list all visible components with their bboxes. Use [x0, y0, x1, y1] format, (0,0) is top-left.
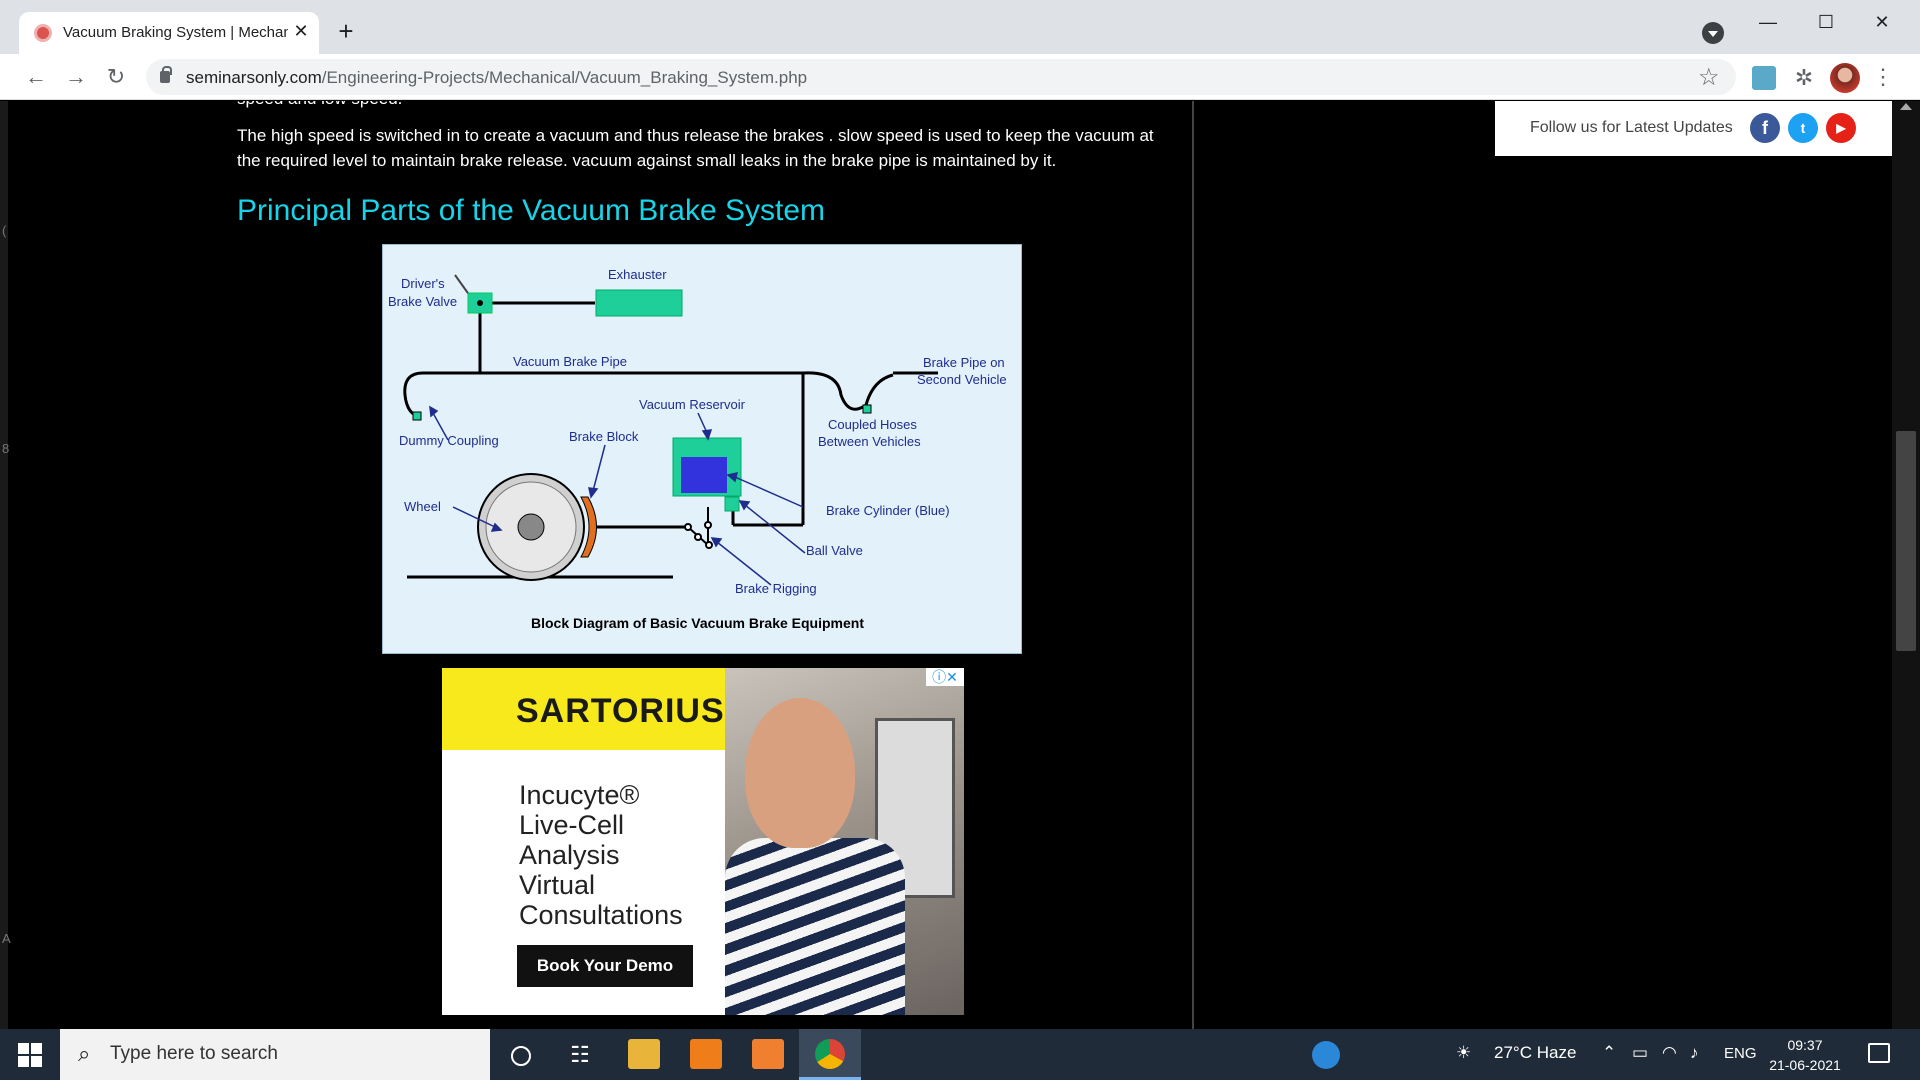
label-drivers-valve: Driver's: [401, 276, 445, 291]
facebook-icon[interactable]: f: [1750, 113, 1780, 143]
tab-search-icon[interactable]: [1702, 22, 1724, 44]
previous-line-text: speed and low speed.: [237, 101, 402, 109]
taskbar-clock[interactable]: 09:37 21-06-2021: [1760, 1035, 1850, 1075]
browser-titlebar: Vacuum Braking System | Mechanical ✕ + —…: [0, 0, 1920, 54]
minimize-button[interactable]: —: [1748, 8, 1788, 36]
weather-icon[interactable]: ☀: [1456, 1043, 1471, 1063]
xampp-icon[interactable]: [752, 1039, 784, 1069]
label-coupled-hoses: Coupled Hoses: [828, 417, 917, 432]
label-brake-rigging: Brake Rigging: [735, 581, 817, 596]
volume-icon[interactable]: ♪: [1690, 1043, 1699, 1063]
bookmark-star-icon[interactable]: ☆: [1698, 63, 1720, 92]
chrome-taskbar-button[interactable]: [799, 1029, 861, 1080]
web-page: ( 8 A speed and low speed. The high spee…: [0, 101, 1920, 1029]
label-wheel: Wheel: [404, 499, 441, 514]
scroll-up-icon[interactable]: [1900, 103, 1912, 110]
extensions-icon[interactable]: ✲: [1792, 66, 1816, 90]
label-coupled-hoses: Between Vehicles: [818, 434, 921, 449]
notification-icon[interactable]: [1868, 1043, 1890, 1063]
label-vacuum-brake-pipe: Vacuum Brake Pipe: [513, 354, 627, 369]
label-brake-pipe-second: Brake Pipe on: [923, 355, 1005, 370]
ad-photo: [725, 668, 964, 1015]
url-text[interactable]: seminarsonly.com/Engineering-Projects/Me…: [186, 68, 807, 88]
content-divider: [1192, 101, 1194, 1029]
edge-char: A: [2, 931, 11, 946]
tab-close-icon[interactable]: ✕: [291, 21, 311, 41]
ad-person-face: [745, 698, 855, 848]
ad-choices-icon[interactable]: ⓘ✕: [926, 668, 964, 686]
label-vacuum-reservoir: Vacuum Reservoir: [639, 397, 746, 412]
follow-us-box: Follow us for Latest Updates f t ▶: [1495, 101, 1892, 156]
diagram-svg: Driver's Brake Valve Exhauster Vacuum Br…: [388, 267, 1007, 631]
clock-date: 21-06-2021: [1769, 1057, 1841, 1073]
language-indicator[interactable]: ENG: [1724, 1045, 1757, 1062]
label-brake-pipe-second: Second Vehicle: [917, 372, 1007, 387]
left-edge-strip: ( 8 A: [0, 101, 11, 1029]
section-heading: Principal Parts of the Vacuum Brake Syst…: [237, 194, 826, 227]
file-explorer-icon[interactable]: [628, 1039, 660, 1069]
ad-brand: SARTORIUS: [516, 692, 725, 730]
menu-icon[interactable]: ⋮: [1872, 64, 1894, 90]
label-drivers-valve: Brake Valve: [388, 294, 457, 309]
search-icon: ⌕: [78, 1041, 91, 1066]
site-favicon-icon: [34, 24, 52, 42]
label-dummy-coupling: Dummy Coupling: [399, 433, 499, 448]
ad-person-shirt: [725, 838, 905, 1015]
ad-copy: Incucyte® Live-Cell Analysis Virtual Con…: [519, 780, 683, 930]
diagram-caption: Block Diagram of Basic Vacuum Brake Equi…: [531, 615, 864, 631]
scroll-thumb[interactable]: [1896, 431, 1916, 651]
address-bar[interactable]: seminarsonly.com/Engineering-Projects/Me…: [146, 59, 1736, 95]
profile-avatar[interactable]: [1830, 63, 1860, 93]
label-exhauster: Exhauster: [608, 267, 667, 282]
extension-icon[interactable]: [1752, 66, 1776, 90]
battery-icon[interactable]: ▭: [1632, 1043, 1648, 1063]
label-brake-block: Brake Block: [569, 429, 639, 444]
page-scrollbar[interactable]: [1892, 101, 1920, 1029]
chrome-icon: [815, 1039, 845, 1069]
edge-char: 8: [2, 441, 10, 456]
tab-title: Vacuum Braking System | Mechanical: [63, 24, 288, 41]
windows-taskbar: ⌕ Type here to search ☷ ☀ 27°C Haze ⌃ ▭ …: [0, 1029, 1920, 1080]
follow-us-text: Follow us for Latest Updates: [1530, 119, 1733, 136]
ad-brand-banner: SARTORIUS: [442, 668, 725, 750]
twitter-icon[interactable]: t: [1788, 113, 1818, 143]
vacuum-brake-diagram: Driver's Brake Valve Exhauster Vacuum Br…: [382, 244, 1022, 654]
wifi-icon[interactable]: ◠: [1662, 1043, 1677, 1063]
show-hidden-icons[interactable]: ⌃: [1602, 1043, 1616, 1063]
taskbar-search-placeholder: Type here to search: [110, 1043, 278, 1064]
windows-start-icon[interactable]: [18, 1043, 42, 1067]
weather-text[interactable]: 27°C Haze: [1494, 1043, 1576, 1063]
label-brake-cylinder: Brake Cylinder (Blue): [826, 503, 950, 518]
label-ball-valve: Ball Valve: [806, 543, 863, 558]
advertisement[interactable]: SARTORIUS Incucyte® Live-Cell Analysis V…: [442, 668, 964, 1015]
book-demo-button[interactable]: Book Your Demo: [517, 945, 693, 987]
forward-arrow-icon[interactable]: →: [62, 63, 90, 91]
taskbar-search-box[interactable]: ⌕ Type here to search: [60, 1029, 490, 1080]
task-view-icon[interactable]: ☷: [564, 1039, 596, 1071]
reload-icon[interactable]: ↻: [102, 63, 130, 91]
browser-toolbar: ← → ↻ seminarsonly.com/Engineering-Proje…: [0, 54, 1920, 100]
cortana-icon[interactable]: [504, 1039, 536, 1071]
close-window-button[interactable]: ✕: [1862, 8, 1902, 36]
edge-char: (: [2, 223, 7, 238]
back-arrow-icon[interactable]: ←: [22, 63, 50, 91]
browser-tab[interactable]: Vacuum Braking System | Mechanical ✕: [19, 12, 319, 54]
youtube-icon[interactable]: ▶: [1826, 113, 1856, 143]
help-icon[interactable]: [1312, 1041, 1340, 1069]
sublime-text-icon[interactable]: [690, 1039, 722, 1069]
new-tab-button[interactable]: +: [332, 18, 360, 46]
clock-time: 09:37: [1787, 1037, 1823, 1053]
maximize-button[interactable]: ☐: [1806, 8, 1846, 36]
article-paragraph: The high speed is switched in to create …: [237, 126, 1154, 170]
lock-icon[interactable]: [160, 66, 172, 83]
